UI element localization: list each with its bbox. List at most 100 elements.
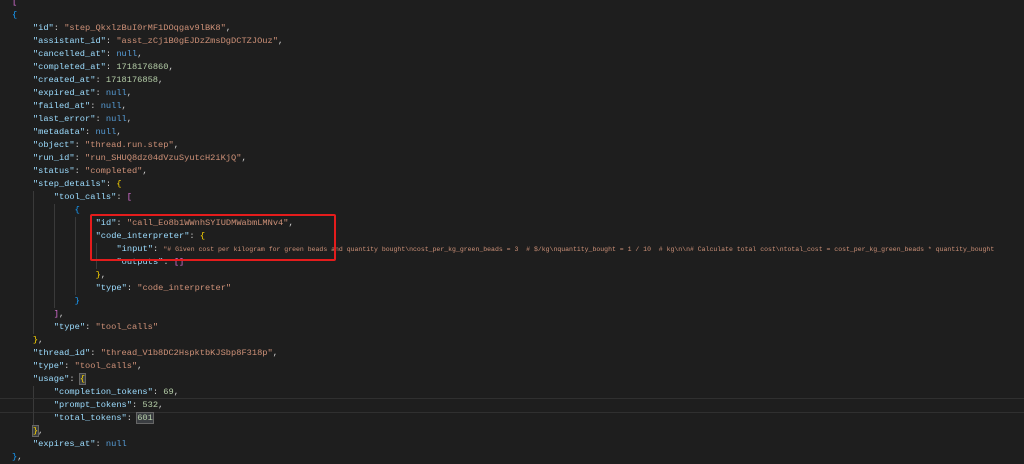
code-line[interactable]: "assistant_id": "asst_zCj1B0gEJDzZmsDgDC… bbox=[0, 35, 1024, 48]
token-k: "input" bbox=[116, 244, 153, 254]
token-k: "run_id" bbox=[32, 153, 75, 163]
token-s: "thread_V1b8DC2HspktbKJSbp8F318p" bbox=[100, 348, 273, 358]
code-line[interactable]: "outputs": [] bbox=[0, 256, 1024, 269]
token-k: "created_at" bbox=[32, 75, 96, 85]
token-p: : bbox=[163, 257, 174, 267]
code-line[interactable]: "total_tokens": 601 bbox=[0, 412, 1024, 425]
token-b3: { bbox=[74, 205, 80, 215]
token-p: , bbox=[158, 400, 164, 410]
code-line[interactable]: { bbox=[0, 9, 1024, 22]
code-line[interactable]: "type": "tool_calls" bbox=[0, 321, 1024, 334]
code-line[interactable]: "thread_id": "thread_V1b8DC2HspktbKJSbp8… bbox=[0, 347, 1024, 360]
code-line[interactable]: "object": "thread.run.step", bbox=[0, 139, 1024, 152]
token-k: "type" bbox=[32, 361, 65, 371]
token-p: , bbox=[142, 166, 148, 176]
indent-guide bbox=[12, 22, 33, 35]
token-k: "last_error" bbox=[32, 114, 96, 124]
token-p: : bbox=[69, 374, 80, 384]
code-line[interactable]: }, bbox=[0, 269, 1024, 282]
indent-guide bbox=[12, 48, 33, 61]
indent-guide bbox=[12, 87, 33, 100]
code-line[interactable]: "completed_at": 1718176860, bbox=[0, 61, 1024, 74]
indent-guide bbox=[12, 295, 33, 308]
token-p: , bbox=[17, 452, 23, 462]
code-line[interactable]: "tool_calls": [ bbox=[0, 191, 1024, 204]
token-k: "object" bbox=[32, 140, 75, 150]
code-line[interactable]: "id": "call_Eo8b1WWnhSYIUDMWabmLMNv4", bbox=[0, 217, 1024, 230]
code-line[interactable]: }, bbox=[0, 451, 1024, 464]
token-k: "cancelled_at" bbox=[32, 49, 106, 59]
token-p: : bbox=[116, 192, 127, 202]
token-p: : bbox=[64, 361, 75, 371]
code-line[interactable]: "expires_at": null bbox=[0, 438, 1024, 451]
code-line[interactable]: } bbox=[0, 295, 1024, 308]
code-line[interactable]: "expired_at": null, bbox=[0, 87, 1024, 100]
code-line[interactable]: "step_details": { bbox=[0, 178, 1024, 191]
code-line[interactable]: [ bbox=[0, 0, 1024, 9]
indent-guide bbox=[12, 191, 33, 204]
token-p: , bbox=[168, 62, 174, 72]
token-k: "completed_at" bbox=[32, 62, 106, 72]
code-line[interactable]: "prompt_tokens": 532, bbox=[0, 398, 1024, 413]
indent-guide bbox=[54, 230, 75, 243]
code-line[interactable]: "cancelled_at": null, bbox=[0, 48, 1024, 61]
json-editor[interactable]: [{"id": "step_QkxlzBuI0rMF1DOqgav9lBK8",… bbox=[0, 0, 1024, 464]
token-p: : bbox=[95, 88, 106, 98]
indent-guide bbox=[12, 386, 33, 399]
token-k: "thread_id" bbox=[32, 348, 91, 358]
code-line[interactable]: "completion_tokens": 69, bbox=[0, 386, 1024, 399]
indent-guide bbox=[12, 243, 33, 256]
indent-guide bbox=[75, 282, 96, 295]
token-p: , bbox=[38, 335, 44, 345]
token-k: "id" bbox=[32, 23, 54, 33]
indent-guide bbox=[33, 269, 54, 282]
token-p: , bbox=[59, 309, 65, 319]
token-p: , bbox=[173, 387, 179, 397]
indent-guide bbox=[33, 308, 54, 321]
code-line[interactable]: "code_interpreter": { bbox=[0, 230, 1024, 243]
token-p: , bbox=[241, 153, 247, 163]
indent-guide bbox=[12, 74, 33, 87]
code-line[interactable]: "last_error": null, bbox=[0, 113, 1024, 126]
token-s: "thread.run.step" bbox=[85, 140, 174, 150]
code-line[interactable]: ], bbox=[0, 308, 1024, 321]
code-line[interactable]: "type": "code_interpreter" bbox=[0, 282, 1024, 295]
token-p: : bbox=[105, 179, 117, 189]
code-line[interactable]: "type": "tool_calls", bbox=[0, 360, 1024, 373]
token-p: : bbox=[189, 231, 200, 241]
token-k: "status" bbox=[32, 166, 75, 176]
token-p: : bbox=[74, 166, 86, 176]
code-line[interactable]: "status": "completed", bbox=[0, 165, 1024, 178]
code-line[interactable]: "created_at": 1718176858, bbox=[0, 74, 1024, 87]
code-line[interactable]: "input": "# Given cost per kilogram for … bbox=[0, 243, 1024, 256]
code-line[interactable]: }, bbox=[0, 425, 1024, 438]
token-p: , bbox=[277, 36, 284, 46]
token-k: "expires_at" bbox=[32, 439, 96, 449]
code-line[interactable]: "id": "step_QkxlzBuI0rMF1DOqgav9lBK8", bbox=[0, 22, 1024, 35]
indent-guide bbox=[33, 204, 54, 217]
indent-guide bbox=[12, 399, 33, 412]
token-k: "type" bbox=[95, 283, 127, 293]
token-s: "tool_calls" bbox=[74, 361, 138, 371]
token-n: 1718176860 bbox=[116, 62, 169, 72]
code-line[interactable]: "run_id": "run_SHUQ8dz04dVzuSyutcH2iKjQ"… bbox=[0, 152, 1024, 165]
token-l: null bbox=[105, 114, 127, 124]
indent-guide bbox=[12, 347, 33, 360]
code-line[interactable]: { bbox=[0, 204, 1024, 217]
indent-guide bbox=[33, 399, 54, 412]
code-line[interactable]: "metadata": null, bbox=[0, 126, 1024, 139]
indent-guide bbox=[75, 256, 96, 269]
indent-guide bbox=[33, 230, 54, 243]
indent-guide bbox=[12, 178, 33, 191]
code-line[interactable]: }, bbox=[0, 334, 1024, 347]
token-s: "step_QkxlzBuI0rMF1DOqgav9lBK8" bbox=[64, 23, 226, 33]
code-line[interactable]: "failed_at": null, bbox=[0, 100, 1024, 113]
token-p: : bbox=[126, 283, 138, 293]
indent-guide bbox=[12, 61, 33, 74]
indent-guide bbox=[12, 126, 33, 139]
indent-guide bbox=[33, 295, 54, 308]
code-line[interactable]: "usage": { bbox=[0, 373, 1024, 386]
token-b2: [] bbox=[173, 257, 185, 267]
indent-guide bbox=[96, 243, 117, 256]
token-k: "metadata" bbox=[32, 127, 86, 137]
